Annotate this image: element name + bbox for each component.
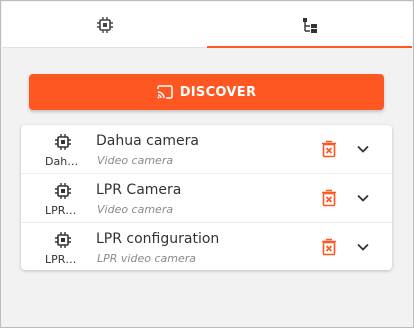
cast-icon [156,85,173,99]
device-row[interactable]: LPR Camera LPR Camera Video camera [21,173,392,221]
discover-label: DISCOVER [179,84,257,100]
chip-icon [96,16,113,33]
chip-icon [55,232,71,248]
delete-icon[interactable] [321,238,337,256]
tree-icon [302,17,317,33]
device-name: Dahua camera [96,133,199,149]
device-name: LPR configuration [96,231,220,247]
tab-bar [2,2,412,48]
device-row[interactable]: Dahua camera Dahua camera Video camera [21,125,392,173]
chip-icon [55,134,71,150]
tab-tree[interactable] [207,2,412,48]
tab-devices[interactable] [2,2,207,47]
device-name: LPR Camera [96,182,182,198]
device-type: Video camera [97,154,174,167]
device-list: Dahua camera Dahua camera Video camera L… [21,125,392,270]
chevron-down-icon[interactable] [356,193,370,203]
delete-icon[interactable] [321,140,337,158]
device-short-name: LPR Camera [45,204,79,217]
device-type: LPR video camera [97,252,196,265]
discover-button[interactable]: DISCOVER [29,74,384,110]
device-type: Video camera [97,203,174,216]
device-short-name: LPR configuration [45,253,79,266]
chevron-down-icon[interactable] [356,242,370,252]
device-short-name: Dahua camera [45,155,79,168]
delete-icon[interactable] [321,189,337,207]
chevron-down-icon[interactable] [356,144,370,154]
app-frame: DISCOVER Dahua camera Dahua camera Video… [0,0,414,328]
chip-icon [55,183,71,199]
device-row[interactable]: LPR configuration LPR configuration LPR … [21,222,392,270]
